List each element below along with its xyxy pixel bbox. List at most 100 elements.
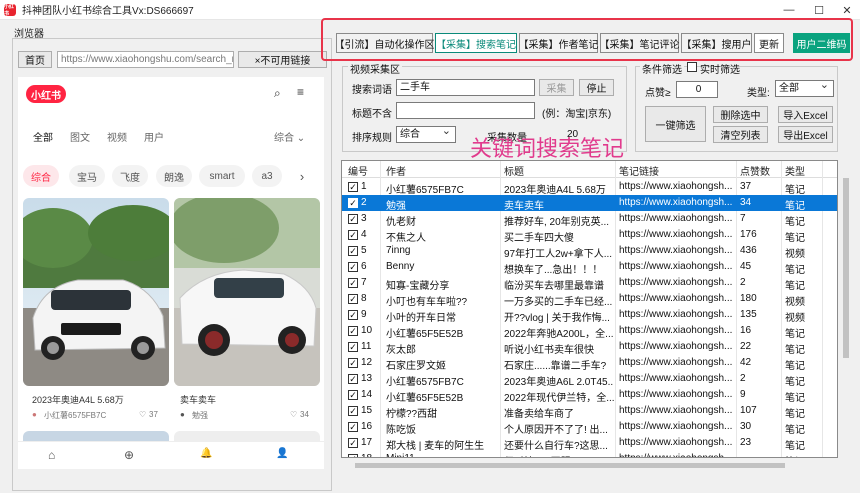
scroll-thumb[interactable] xyxy=(843,178,849,358)
chip-lavida[interactable]: 朗逸 xyxy=(156,165,192,187)
heart-icon[interactable]: ♡ xyxy=(290,410,297,419)
table-row[interactable]: ✓ 10 小红薯65F5E52B 2022年奔驰A200L，全... https://w… xyxy=(342,323,837,340)
type-filter-select[interactable]: 全部 xyxy=(775,78,834,97)
row-checkbox[interactable]: ✓ xyxy=(348,438,358,448)
update-button[interactable]: 更新 xyxy=(754,33,784,53)
row-checkbox[interactable]: ✓ xyxy=(348,358,358,368)
tab-user[interactable]: 用户 xyxy=(144,129,164,144)
sort-select[interactable]: 综合 xyxy=(396,124,456,143)
tab-auto-operation[interactable]: 【引流】自动化操作区 xyxy=(335,33,435,53)
notification-icon[interactable]: 🔔 xyxy=(200,448,212,459)
address-input[interactable]: https://www.xiaohongshu.com/search_re xyxy=(57,51,234,68)
row-checkbox[interactable]: ✓ xyxy=(348,182,358,192)
row-checkbox[interactable]: ✓ xyxy=(348,262,358,272)
close-icon[interactable]: ✕ xyxy=(834,0,860,20)
row-checkbox[interactable]: ✓ xyxy=(348,422,358,432)
note-card-author[interactable]: 勉强 xyxy=(192,410,208,421)
column-header-likes[interactable]: 点赞数 xyxy=(740,163,770,178)
table-row[interactable]: ✓ 15 柠檬??西甜 准备卖给车商了 https://www.xiaohongsh..… xyxy=(342,403,837,420)
clear-list-button[interactable]: 清空列表 xyxy=(713,126,768,143)
table-row[interactable]: ✓ 5 7inng 97年打工人2w+拿下人... https://www.xiaoho… xyxy=(342,243,837,260)
row-checkbox[interactable]: ✓ xyxy=(348,310,358,320)
tab-image-text[interactable]: 图文 xyxy=(70,129,90,144)
table-row[interactable]: ✓ 17 郑大栈 | 麦车的阿生生 还要什么自行车?这思... https://www.… xyxy=(342,435,837,452)
cell-author: 小红薯6575FB7C xyxy=(386,377,464,388)
column-header-no[interactable]: 编号 xyxy=(348,163,368,178)
chips-next-icon[interactable]: › xyxy=(289,165,315,187)
home-icon[interactable]: ⌂ xyxy=(48,448,55,462)
delete-selected-button[interactable]: 删除选中 xyxy=(713,106,768,123)
row-checkbox[interactable]: ✓ xyxy=(348,230,358,240)
search-icon[interactable]: ⌕ xyxy=(274,86,281,101)
column-header-type[interactable]: 类型 xyxy=(785,163,805,178)
tab-search-notes[interactable]: 【采集】搜索笔记 xyxy=(435,33,517,53)
note-card-author[interactable]: 小红薯6575FB7C xyxy=(44,410,106,421)
vertical-scrollbar[interactable] xyxy=(840,160,852,458)
note-card-title[interactable]: 2023年奥迪A4L 5.68万 xyxy=(32,393,124,406)
profile-icon[interactable]: 👤 xyxy=(276,448,288,459)
row-checkbox[interactable]: ✓ xyxy=(348,374,358,384)
column-header-author[interactable]: 作者 xyxy=(386,163,406,178)
row-checkbox[interactable]: ✓ xyxy=(348,246,358,256)
keyword-input[interactable]: 二手车 xyxy=(396,79,535,96)
horizontal-scrollbar[interactable] xyxy=(341,460,838,471)
collect-button[interactable]: 采集 xyxy=(539,79,574,96)
tab-note-comments[interactable]: 【采集】笔记评论 xyxy=(600,33,680,53)
copy-link-button[interactable]: ×不可用链接 xyxy=(238,51,327,68)
export-excel-button[interactable]: 导出Excel xyxy=(778,126,833,143)
chip-fit[interactable]: 飞度 xyxy=(112,165,148,187)
row-checkbox[interactable]: ✓ xyxy=(348,278,358,288)
menu-icon[interactable]: ≡ xyxy=(297,85,304,99)
import-excel-button[interactable]: 导入Excel xyxy=(778,106,833,123)
minimize-icon[interactable]: — xyxy=(774,0,804,20)
tab-search-users[interactable]: 【采集】搜用户 xyxy=(681,33,752,53)
note-card-image[interactable] xyxy=(23,198,169,386)
tab-author-notes[interactable]: 【采集】作者笔记 xyxy=(519,33,599,53)
tab-video[interactable]: 视频 xyxy=(107,129,127,144)
tab-all[interactable]: 全部 xyxy=(33,129,53,144)
table-row[interactable]: ✓ 12 石家庄罗文姬 石家庄......靠谱二手车? https://www.xiao… xyxy=(342,355,837,372)
title-exclude-input[interactable] xyxy=(396,102,535,119)
chip-comprehensive[interactable]: 综合 xyxy=(23,165,59,187)
table-row[interactable]: ✓ 14 小红薯65F5E52B 2022年现代伊兰特，全... https://www… xyxy=(342,387,837,404)
scroll-thumb[interactable] xyxy=(355,463,785,468)
one-key-filter-button[interactable]: 一键筛选 xyxy=(645,106,706,142)
table-row[interactable]: ✓ 2 勉强 卖车卖车 https://www.xiaohongsh... 34 笔记 xyxy=(342,195,837,212)
home-button[interactable]: 首页 xyxy=(18,51,52,68)
table-row[interactable]: ✓18 Mini11 保时捷718开服了 https://www.xiaohongsh… xyxy=(342,451,837,457)
table-row[interactable]: ✓ 3 仇老财 推荐好车, 20年别克英... https://www.xiaohong… xyxy=(342,211,837,228)
row-checkbox[interactable]: ✓ xyxy=(348,454,358,457)
chip-bmw[interactable]: 宝马 xyxy=(69,165,105,187)
table-row[interactable]: ✓ 6 Benny 想换车了...急出！！！ https://www.xiaohongs… xyxy=(342,259,837,276)
table-row[interactable]: ✓ 1 小红薯6575FB7C 2023年奥迪A4L 5.68万 https://www… xyxy=(342,179,837,196)
cell-no: 6 xyxy=(361,261,367,272)
chip-smart[interactable]: smart xyxy=(199,165,245,187)
row-checkbox[interactable]: ✓ xyxy=(348,326,358,336)
row-checkbox[interactable]: ✓ xyxy=(348,198,358,208)
heart-icon[interactable]: ♡ xyxy=(139,410,146,419)
table-row[interactable]: ✓ 16 陈吃饭 个人原因开不了了! 出... https://www.xiaohong… xyxy=(342,419,837,436)
note-card-image[interactable] xyxy=(174,198,320,386)
table-row[interactable]: ✓ 7 知寡-宝藏分享 临汾买车去哪里最靠谱 https://www.xiaohongs… xyxy=(342,275,837,292)
sort-dropdown[interactable]: 综合 ⌄ xyxy=(274,129,305,144)
row-checkbox[interactable]: ✓ xyxy=(348,390,358,400)
chip-a3[interactable]: a3 xyxy=(252,165,282,187)
row-checkbox[interactable]: ✓ xyxy=(348,342,358,352)
column-header-link[interactable]: 笔记链接 xyxy=(619,163,659,178)
row-checkbox[interactable]: ✓ xyxy=(348,406,358,416)
maximize-icon[interactable]: ☐ xyxy=(804,0,834,20)
row-checkbox[interactable]: ✓ xyxy=(348,294,358,304)
row-checkbox[interactable]: ✓ xyxy=(348,214,358,224)
table-row[interactable]: ✓ 9 小叶的开车日常 开??vlog | 关于我作悔... https://www.x… xyxy=(342,307,837,324)
table-row[interactable]: ✓ 8 小叮也有车车啦?? 一万多买的二手车已经... https://www.xiao… xyxy=(342,291,837,308)
table-row[interactable]: ✓ 11 灰太郎 听说小红书卖车很快 https://www.xiaohongsh...… xyxy=(342,339,837,356)
table-row[interactable]: ✓ 4 不焦之人 买二手车四大傻 https://www.xiaohongsh... 17… xyxy=(342,227,837,244)
column-header-title[interactable]: 标题 xyxy=(504,163,524,178)
note-card-title[interactable]: 卖车卖车 xyxy=(180,393,216,406)
table-row[interactable]: ✓ 13 小红薯6575FB7C 2023年奥迪A6L 2.0T45... https:… xyxy=(342,371,837,388)
likes-filter-input[interactable]: 0 xyxy=(676,81,718,98)
realtime-checkbox[interactable] xyxy=(687,62,697,72)
qr-code-button[interactable]: 用户二维码 xyxy=(793,33,850,53)
publish-icon[interactable]: ⊕ xyxy=(124,448,134,462)
stop-button[interactable]: 停止 xyxy=(579,79,614,96)
